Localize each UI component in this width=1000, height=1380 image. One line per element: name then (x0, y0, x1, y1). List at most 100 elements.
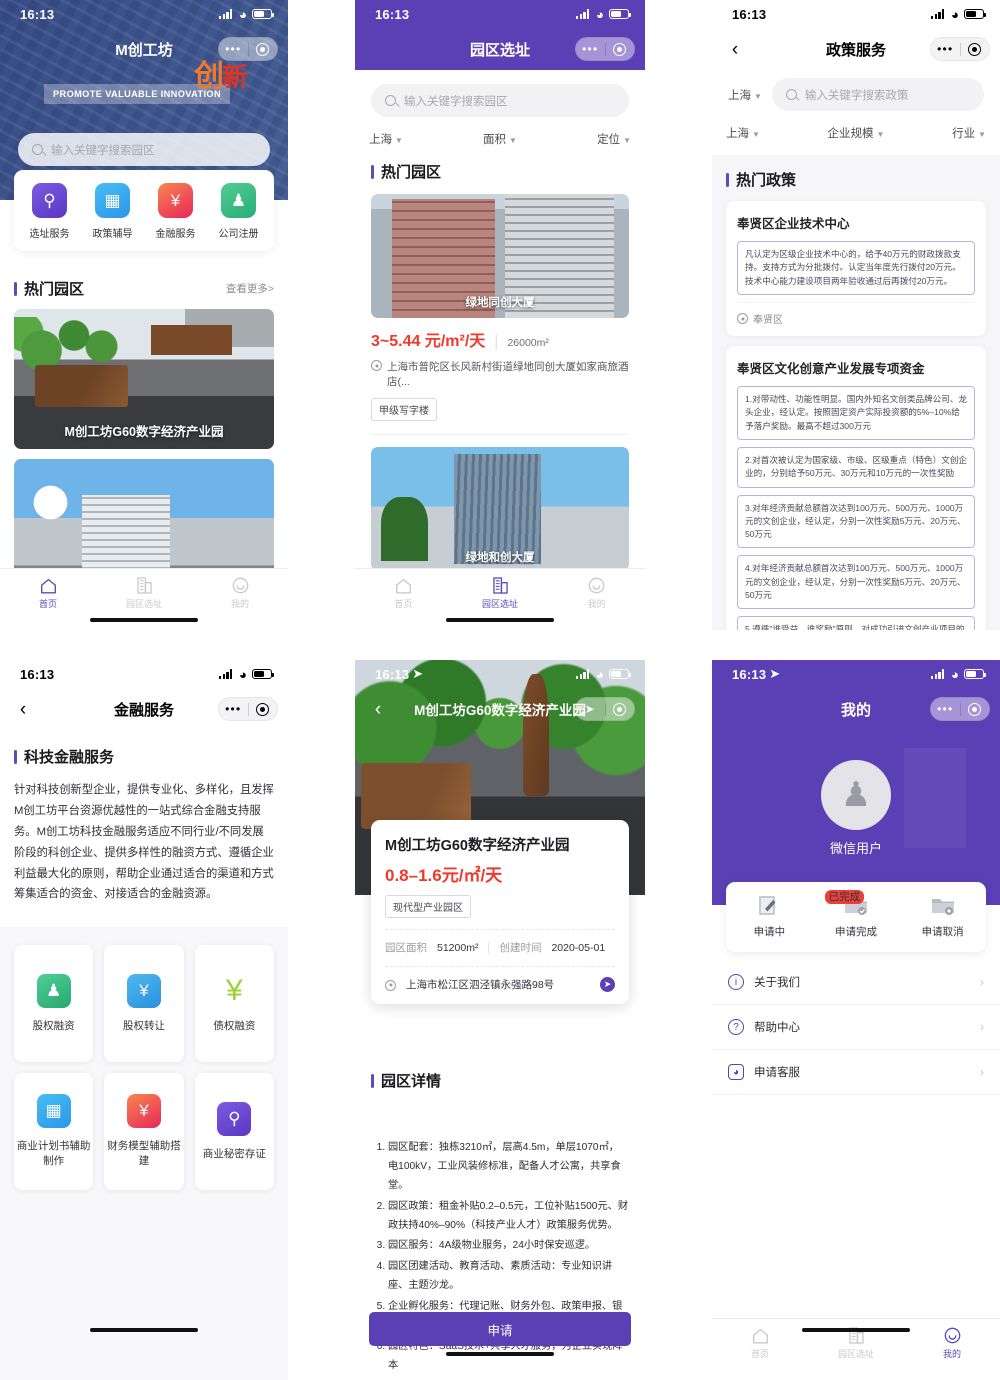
policy-card-2[interactable]: 奉贤区文化创意产业发展专项资金 1.对带动性、功能性明显。国内外知名文创类品牌公… (726, 345, 986, 630)
status-icons: ◕ (575, 8, 632, 21)
search-input[interactable]: 输入关键字搜索政策 (771, 78, 984, 111)
more-menu-icon[interactable]: ••• (931, 703, 960, 715)
status-icons: ◕ (930, 668, 987, 681)
policy-card-1[interactable]: 奉贤区企业技术中心 凡认定为区级企业技术中心的，给予40万元的财政拨款支持。支持… (726, 201, 986, 336)
park-card-1[interactable]: M创工坊G60数字经济产业园 (14, 309, 274, 449)
more-menu-icon[interactable]: ••• (219, 703, 248, 715)
service-debt-financing[interactable]: ¥ 债权融资 (194, 945, 274, 1063)
service-equity-transfer[interactable]: ¥ 股权转让 (104, 945, 184, 1063)
mini-program-capsule[interactable]: ➤ (575, 697, 635, 721)
search-input[interactable]: 输入关键字搜索园区 (18, 133, 270, 166)
tab-mine[interactable]: 我的 (904, 1326, 1000, 1360)
region-selector[interactable]: 上海 ▼ (728, 87, 762, 103)
menu-item-about[interactable]: i 关于我们 › (712, 960, 1000, 1005)
park-select-header: 16:13 ◕ 园区选址 ••• (355, 0, 645, 70)
home-icon (395, 576, 412, 594)
quick-action-site[interactable]: ⚲ 选址服务 (18, 183, 81, 240)
mini-program-capsule[interactable]: ••• (930, 697, 990, 721)
status-time: 16:13 (375, 6, 410, 22)
tab-home[interactable]: 首页 (355, 576, 452, 610)
menu-item-support[interactable]: ◕ 申请客服 › (712, 1050, 1000, 1095)
back-icon[interactable]: ‹ (10, 700, 36, 719)
mini-program-capsule[interactable]: ••• (930, 37, 990, 61)
screen-finance: 16:13 ◕ ‹ 金融服务 ••• 科技金融服务 针对科技创新型企业，提供专业 (0, 660, 288, 1380)
stat-cancelled[interactable]: 申请取消 (899, 895, 986, 939)
smile-icon (588, 576, 605, 594)
close-target-icon[interactable] (249, 42, 278, 56)
filter-region[interactable]: 上海 ▼ (726, 125, 813, 141)
user-add-icon: ♟ (36, 973, 71, 1008)
stat-label: 申请中 (753, 926, 786, 938)
menu-label: 帮助中心 (754, 1022, 800, 1034)
money-bag-icon: ¥ (158, 183, 193, 218)
apply-button[interactable]: 申请 (369, 1312, 631, 1346)
close-target-icon[interactable] (249, 702, 278, 716)
home-search-wrap[interactable]: 输入关键字搜索园区 (18, 133, 270, 166)
screen-mine: 16:13 ➤ ◕ 我的 ••• ♟ 微信用户 申请中 已完成 申请完成 申请取… (712, 660, 1000, 1380)
mini-program-capsule[interactable]: ••• (218, 37, 278, 61)
filter-region[interactable]: 上海 ▼ (369, 131, 456, 147)
navigate-icon[interactable]: ➤ (600, 977, 615, 992)
screen-park-detail: 16:13 ➤ ◕ ‹ M创工坊G60数字经济产业园 ➤ M创工坊G60数字经济… (355, 660, 645, 1380)
more-menu-icon[interactable]: ➤ (576, 703, 605, 715)
tab-park-select[interactable]: 园区选址 (96, 576, 192, 610)
home-indicator (446, 1351, 554, 1356)
stat-applying[interactable]: 申请中 (726, 895, 813, 939)
more-menu-icon[interactable]: ••• (219, 43, 248, 55)
finance-services-grid: ♟ 股权融资 ¥ 股权转让 ¥ 债权融资 ▦ 商业计划书辅助制作 ¥ 财务模型辅… (0, 927, 288, 1191)
close-target-icon[interactable] (606, 702, 635, 716)
tab-home[interactable]: 首页 (712, 1326, 808, 1360)
search-input[interactable]: 输入关键字搜索园区 (371, 84, 629, 117)
wifi-icon: ◕ (950, 6, 959, 22)
close-target-icon[interactable] (606, 42, 635, 56)
back-icon[interactable]: ‹ (722, 40, 748, 59)
quick-action-policy[interactable]: ▦ 政策辅导 (81, 183, 144, 240)
tab-mine[interactable]: 我的 (192, 576, 288, 610)
service-financial-model[interactable]: ¥ 财务模型辅助搭建 (104, 1073, 184, 1191)
map-location-icon: ⚲ (217, 1101, 252, 1136)
nav-bar: 园区选址 ••• (355, 28, 645, 70)
tab-mine[interactable]: 我的 (548, 576, 645, 610)
filter-position[interactable]: 定位 ▼ (544, 131, 631, 147)
filter-company-size[interactable]: 企业规模 ▼ (813, 125, 900, 141)
list-item: 园区团建活动、教育活动、素质活动：专业知识讲座、主题沙龙。 (388, 1258, 629, 1296)
status-time: 16:13 ➤ (732, 666, 781, 682)
mini-program-capsule[interactable]: ••• (575, 37, 635, 61)
close-target-icon[interactable] (961, 702, 990, 716)
listing-address-row: 上海市普陀区长风新村街道绿地同创大厦如家商旅酒店(... (371, 359, 629, 389)
tab-home[interactable]: 首页 (0, 576, 96, 610)
avatar[interactable]: ♟ (821, 760, 891, 830)
view-more-link[interactable]: 查看更多> (226, 281, 274, 296)
status-icons: ◕ (218, 668, 275, 681)
close-target-icon[interactable] (961, 42, 990, 56)
back-icon[interactable]: ‹ (365, 700, 391, 719)
application-status-card: 申请中 已完成 申请完成 申请取消 (726, 882, 986, 952)
service-business-plan[interactable]: ▦ 商业计划书辅助制作 (14, 1073, 94, 1191)
more-menu-icon[interactable]: ••• (576, 43, 605, 55)
quick-action-register[interactable]: ♟ 公司注册 (207, 183, 270, 240)
tab-park-select[interactable]: 园区选址 (452, 576, 549, 610)
filter-area[interactable]: 面积 ▼ (456, 131, 543, 147)
finance-paragraph: 针对科技创新型企业，提供专业化、多样化，且发挥M创工坊平台资源优越性的一站式综合… (14, 784, 274, 901)
screen-policy: 16:13 ◕ ‹ 政策服务 ••• 上海 ▼ 输入关键字搜索政策 上海 ▼ 企… (712, 0, 1000, 630)
laptop-yuan-icon: ¥ (126, 973, 161, 1008)
listing-card-1[interactable]: 绿地同创大厦 3~5.44 元/m²/天 | 26000m² 上海市普陀区长风新… (371, 194, 629, 421)
quick-action-label: 公司注册 (218, 229, 259, 240)
service-trade-secret[interactable]: ⚲ 商业秘密存证 (194, 1073, 274, 1191)
mini-program-capsule[interactable]: ••• (218, 697, 278, 721)
nav-bar: ‹ 政策服务 ••• (712, 28, 1000, 70)
stat-completed[interactable]: 已完成 申请完成 (813, 890, 900, 939)
quick-action-finance[interactable]: ¥ 金融服务 (144, 183, 207, 240)
service-grid: ♟ 股权融资 ¥ 股权转让 ¥ 债权融资 ▦ 商业计划书辅助制作 ¥ 财务模型辅… (14, 945, 274, 1191)
filter-industry[interactable]: 行业 ▼ (899, 125, 986, 141)
location-arrow-icon: ➤ (769, 666, 781, 681)
stat-label: 申请完成 (835, 926, 877, 938)
menu-item-help[interactable]: ? 帮助中心 › (712, 1005, 1000, 1050)
more-menu-icon[interactable]: ••• (931, 43, 960, 55)
status-bar: 16:13 ➤ ◕ (712, 660, 1000, 688)
service-equity-financing[interactable]: ♟ 股权融资 (14, 945, 94, 1063)
listing-image-caption: 绿地同创大厦 (465, 297, 535, 309)
park-tag: 现代型产业园区 (385, 895, 471, 918)
park-address-row[interactable]: 上海市松江区泗泾镇永强路98号 ➤ (385, 977, 615, 992)
listing-card-2[interactable]: 绿地和创大厦 (371, 434, 629, 571)
